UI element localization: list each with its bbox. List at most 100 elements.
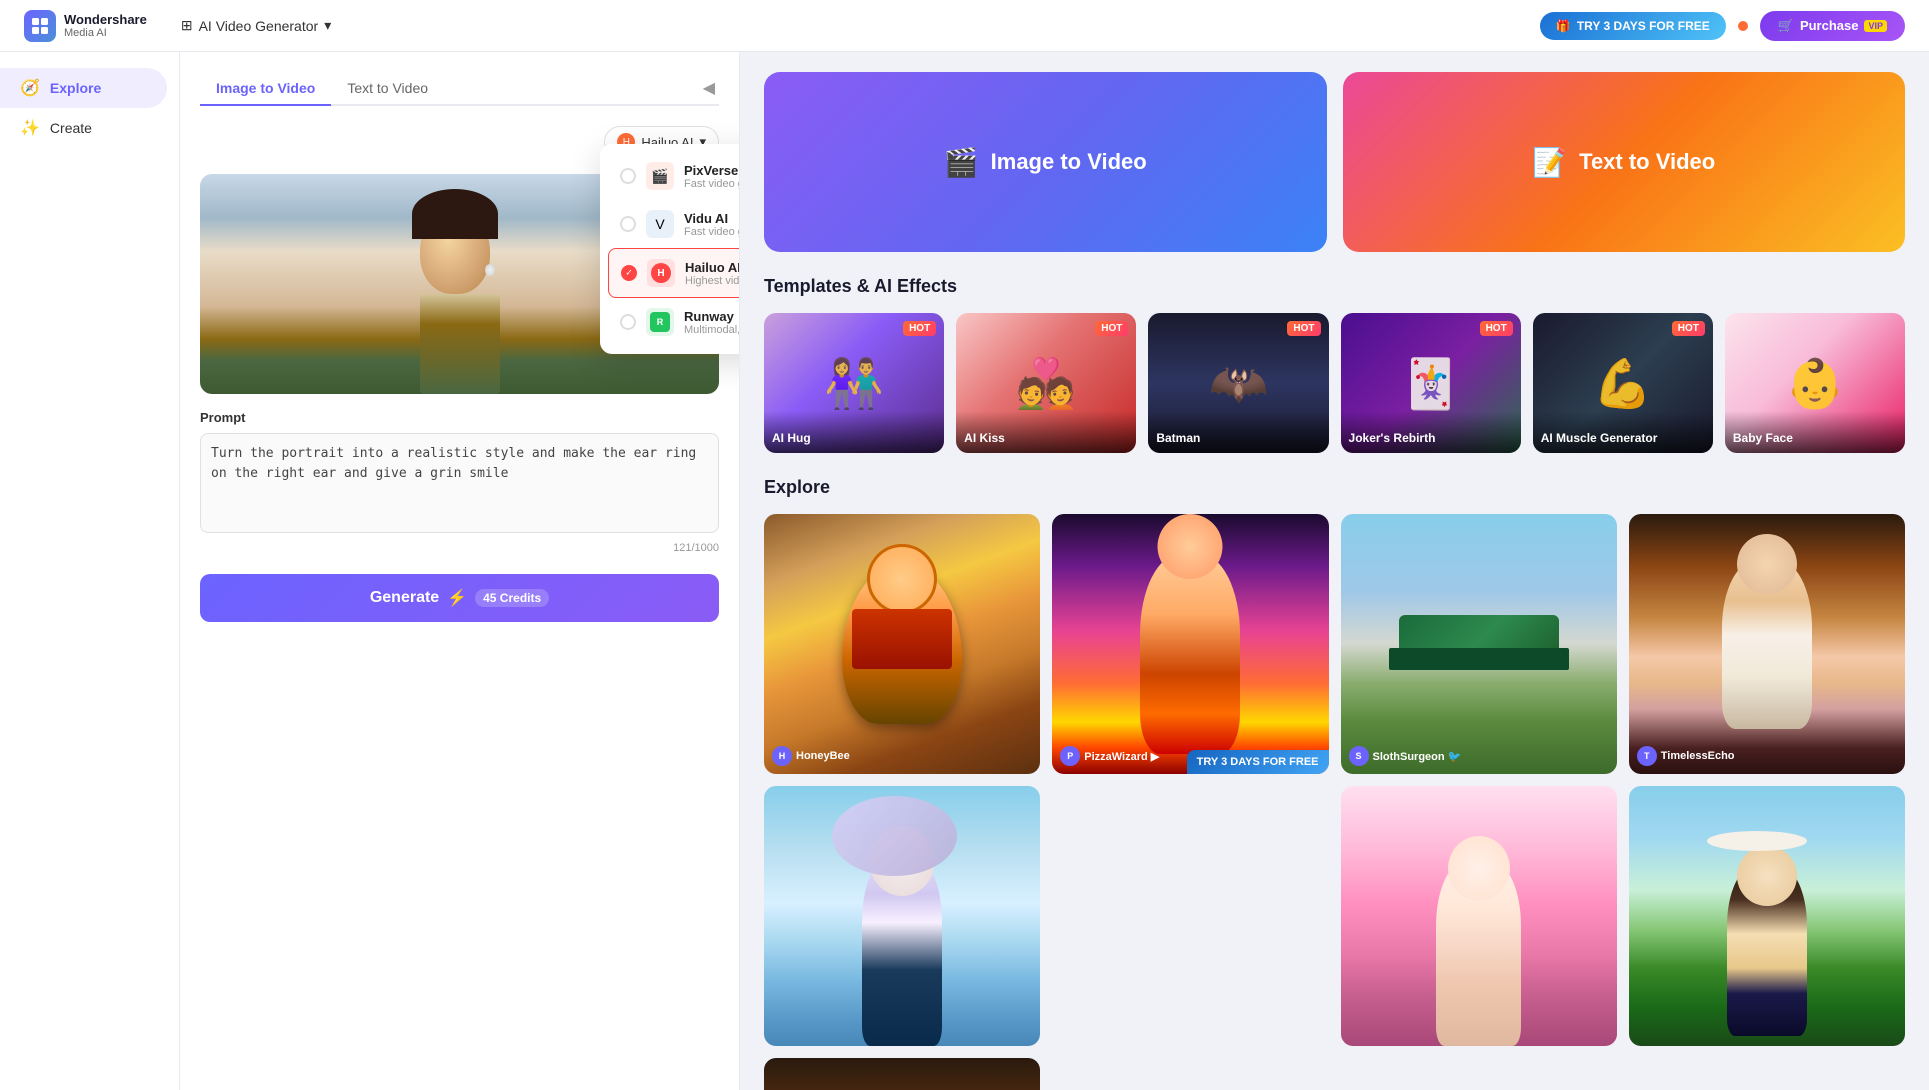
explore-card-8[interactable] xyxy=(764,1058,1040,1090)
generate-button[interactable]: Generate ⚡ 45 Credits xyxy=(200,574,719,622)
gift-icon: 🎁 xyxy=(1556,19,1571,33)
batman-label: Batman xyxy=(1148,411,1328,453)
ai-kiss-label: AI Kiss xyxy=(956,411,1136,453)
pearl-earring xyxy=(485,264,495,276)
prompt-textarea[interactable]: Turn the portrait into a realistic style… xyxy=(200,433,719,533)
hailuo-icon: H xyxy=(647,259,675,287)
explore-card-1[interactable]: H HoneyBee xyxy=(764,514,1040,774)
hot-badge-muscle: HOT xyxy=(1672,321,1705,336)
txt-video-icon: 📝 xyxy=(1532,146,1567,179)
template-joker[interactable]: 🃏 HOT Joker's Rebirth xyxy=(1341,313,1521,453)
logo-icon xyxy=(24,10,56,42)
ec7-bg xyxy=(1629,786,1905,1046)
hot-badge-joker: HOT xyxy=(1480,321,1513,336)
ec5-bg xyxy=(764,786,1040,1046)
ec2-bg xyxy=(1052,514,1328,774)
ec3-label: S SlothSurgeon 🐦 xyxy=(1349,746,1462,766)
cart-icon: 🛒 xyxy=(1778,18,1794,34)
pixverse-radio[interactable] xyxy=(620,168,636,184)
try-free-button[interactable]: 🎁 TRY 3 DAYS FOR FREE xyxy=(1540,12,1726,40)
hailuo-info: Hailuo AI Highest video quality xyxy=(685,260,740,287)
tab-text-to-video[interactable]: Text to Video xyxy=(331,72,444,106)
vidu-radio[interactable] xyxy=(620,216,636,232)
hailuo-radio[interactable] xyxy=(621,265,637,281)
explore-grid: H HoneyBee P PizzaWi xyxy=(764,514,1905,1090)
main: Image to Video Text to Video ◀ H Hailuo … xyxy=(180,52,1929,1090)
pixverse-desc: Fast video generation xyxy=(684,178,740,190)
right-content: 🎬 Image to Video 📝 Text to Video Templat… xyxy=(740,52,1929,1090)
dropdown-item-runway[interactable]: R Runway Multimodal, professional model xyxy=(608,298,740,346)
hot-badge: HOT xyxy=(903,321,936,336)
nav-ai-video[interactable]: ⊞ AI Video Generator ▾ xyxy=(171,11,341,40)
hero-image-to-video[interactable]: 🎬 Image to Video xyxy=(764,72,1327,252)
ec1-label: H HoneyBee xyxy=(772,746,850,766)
runway-radio[interactable] xyxy=(620,314,636,330)
runway-info: Runway Multimodal, professional model xyxy=(684,309,740,336)
hero-text-to-video[interactable]: 📝 Text to Video xyxy=(1343,72,1906,252)
explore-title: Explore xyxy=(764,477,1905,498)
explore-card-4[interactable]: T TimelessEcho xyxy=(1629,514,1905,774)
runway-icon: R xyxy=(646,308,674,336)
logo-sub: Media AI xyxy=(64,27,147,39)
logo: Wondershare Media AI xyxy=(24,10,147,42)
try-free-bottom[interactable]: TRY 3 DAYS FOR FREE xyxy=(1187,750,1329,774)
template-muscle[interactable]: 💪 HOT AI Muscle Generator xyxy=(1533,313,1713,453)
hot-badge-kiss: HOT xyxy=(1095,321,1128,336)
runway-desc: Multimodal, professional model xyxy=(684,324,740,336)
template-ai-hug[interactable]: 👫 HOT AI Hug xyxy=(764,313,944,453)
generate-label: Generate xyxy=(370,589,439,607)
muscle-label: AI Muscle Generator xyxy=(1533,411,1713,453)
template-baby[interactable]: 👶 Baby Face xyxy=(1725,313,1905,453)
explore-card-2[interactable]: P PizzaWizard ▶ TRY 3 DAYS FOR FREE xyxy=(1052,514,1328,774)
sidebar-item-create[interactable]: ✨ Create xyxy=(0,108,179,148)
vidu-info: Vidu AI Fast video generation xyxy=(684,211,740,238)
header: Wondershare Media AI ⊞ AI Video Generato… xyxy=(0,0,1929,52)
hot-badge-batman: HOT xyxy=(1287,321,1320,336)
ec6-bg xyxy=(1341,786,1617,1046)
templates-row: 👫 HOT AI Hug 💑 HOT AI Kiss 🦇 xyxy=(764,313,1905,453)
dropdown-item-pixverse[interactable]: 🎬 PixVerse Fast video generation xyxy=(608,152,740,200)
baby-label: Baby Face xyxy=(1725,411,1905,453)
notification-dot[interactable] xyxy=(1738,21,1748,31)
explore-card-7[interactable] xyxy=(1629,786,1905,1046)
dropdown-item-vidu[interactable]: V Vidu AI Fast video generation xyxy=(608,200,740,248)
left-panel: Image to Video Text to Video ◀ H Hailuo … xyxy=(180,52,740,1090)
template-ai-kiss[interactable]: 💑 HOT AI Kiss xyxy=(956,313,1136,453)
ec4-username: TimelessEcho xyxy=(1661,750,1735,762)
purchase-label: Purchase xyxy=(1800,18,1859,33)
vip-badge: VIP xyxy=(1864,20,1887,32)
char-count: 121/1000 xyxy=(200,542,719,554)
ec4-avatar: T xyxy=(1637,746,1657,766)
explore-card-3[interactable]: S SlothSurgeon 🐦 xyxy=(1341,514,1617,774)
sidebar-item-explore[interactable]: 🧭 Explore xyxy=(0,68,167,108)
collapse-icon[interactable]: ◀ xyxy=(699,74,719,102)
ec2-avatar: P xyxy=(1060,746,1080,766)
purchase-button[interactable]: 🛒 Purchase VIP xyxy=(1760,11,1905,41)
tabs: Image to Video Text to Video ◀ xyxy=(200,72,719,106)
ai-hug-label: AI Hug xyxy=(764,411,944,453)
ec1-avatar: H xyxy=(772,746,792,766)
explore-card-5[interactable] xyxy=(764,786,1040,1046)
app-body: 🧭 Explore ✨ Create Image to Video Text t… xyxy=(0,52,1929,1090)
tab-image-to-video[interactable]: Image to Video xyxy=(200,72,331,106)
ec1-username: HoneyBee xyxy=(796,750,850,762)
hero-cards: 🎬 Image to Video 📝 Text to Video xyxy=(764,72,1905,252)
txt-video-label: Text to Video xyxy=(1579,149,1715,175)
portrait-head xyxy=(420,209,490,294)
explore-card-6[interactable] xyxy=(1341,786,1617,1046)
compass-icon: 🧭 xyxy=(20,78,40,98)
ec8-bg xyxy=(764,1058,1040,1090)
template-batman[interactable]: 🦇 HOT Batman xyxy=(1148,313,1328,453)
dropdown-item-hailuo[interactable]: H Hailuo AI Highest video quality xyxy=(608,248,740,298)
sidebar: 🧭 Explore ✨ Create xyxy=(0,52,180,1090)
ec2-label: P PizzaWizard ▶ xyxy=(1060,746,1159,766)
ec2-username: PizzaWizard ▶ xyxy=(1084,750,1159,763)
credit-badge: 45 Credits xyxy=(475,589,549,607)
vidu-name: Vidu AI xyxy=(684,211,740,226)
ec1-bg xyxy=(764,514,1040,774)
img-video-icon: 🎬 xyxy=(944,146,979,179)
vidu-icon: V xyxy=(646,210,674,238)
ec3-bg xyxy=(1341,514,1617,774)
pixverse-icon: 🎬 xyxy=(646,162,674,190)
grid-icon: ⊞ xyxy=(181,17,193,34)
